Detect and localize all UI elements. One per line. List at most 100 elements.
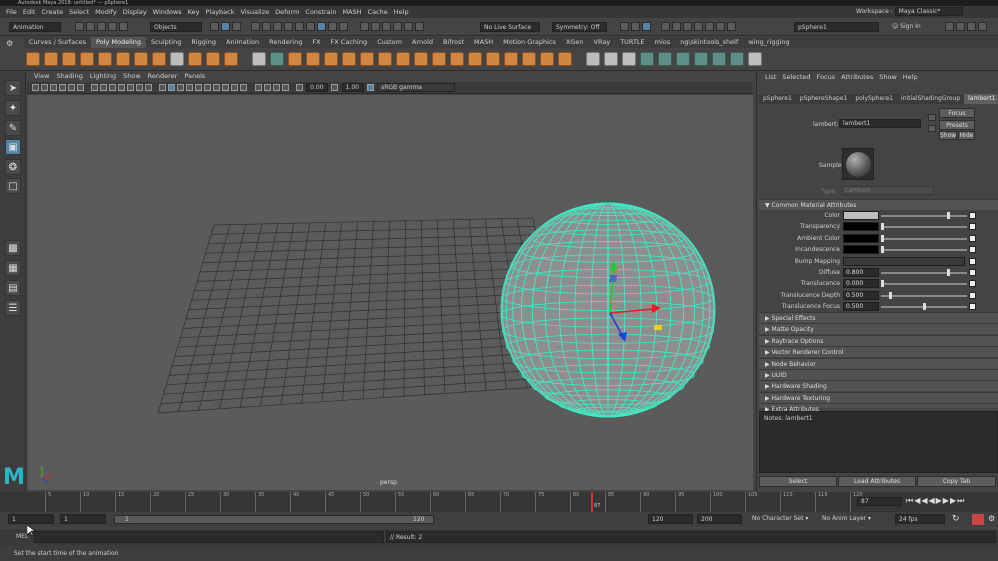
settings-icon[interactable] (945, 22, 954, 31)
hypershade-icon[interactable] (393, 22, 403, 31)
attr-tab[interactable]: lambert1 (964, 94, 998, 104)
current-time-marker[interactable] (591, 492, 593, 512)
toggle-modeling-toolkit-icon[interactable] (661, 22, 670, 31)
slider-handle[interactable] (947, 269, 951, 276)
shelf-tab[interactable]: ng\skintools_shelf (675, 37, 743, 48)
range-bar[interactable]: 1 120 (114, 515, 434, 524)
make-live-icon[interactable] (317, 22, 326, 31)
quad-draw-icon[interactable] (486, 52, 501, 66)
shelf-tab[interactable]: Animation (221, 37, 264, 48)
shelf-tab[interactable]: TURTLE (615, 37, 649, 48)
scene-end-field[interactable]: 200 (697, 514, 742, 524)
menu-modify[interactable]: Modify (95, 8, 117, 16)
shelf-tab[interactable]: Rigging (186, 37, 221, 48)
isolate-icon[interactable] (254, 84, 262, 91)
attr-menu-help[interactable]: Help (903, 73, 918, 81)
menu-edit[interactable]: Edit (23, 8, 36, 16)
help-icon[interactable] (956, 22, 965, 31)
attr-tab[interactable]: pSphere1 (759, 94, 796, 104)
attr-slider[interactable] (881, 269, 967, 276)
selection-mode-dropdown[interactable]: Objects (150, 22, 202, 32)
outliner-icon[interactable]: ☰ (5, 300, 21, 316)
color-swatch[interactable] (843, 211, 879, 220)
fps-dropdown[interactable]: 24 fps (895, 514, 945, 524)
color-swatch[interactable] (843, 222, 879, 232)
render-settings-icon[interactable] (382, 22, 392, 31)
2d-pan-icon[interactable] (68, 84, 75, 91)
save-scene-icon[interactable] (97, 22, 106, 31)
slider-handle[interactable] (947, 212, 951, 219)
collapsed-section[interactable]: ▶ Special Effects (759, 312, 998, 323)
shadows-icon[interactable] (204, 84, 212, 91)
menu-deform[interactable]: Deform (275, 8, 299, 16)
poly-sphere-icon[interactable] (26, 52, 40, 66)
attr-menu-selected[interactable]: Selected (782, 73, 810, 81)
open-scene-icon[interactable] (86, 22, 95, 31)
sign-in-button[interactable]: ☺ Sign In (892, 22, 921, 32)
shelf-tab[interactable]: Rendering (264, 37, 307, 48)
fill-hole-icon[interactable] (396, 52, 411, 66)
map-button-icon[interactable] (969, 303, 976, 311)
live-surface-dropdown[interactable]: No Live Surface (480, 22, 540, 32)
slider-handle[interactable] (889, 291, 893, 299)
merge-icon[interactable] (504, 52, 519, 66)
shelf-options-icon[interactable]: ⚙ (6, 39, 13, 48)
output-connection-icon[interactable] (928, 125, 936, 132)
delete-history-icon[interactable] (748, 52, 763, 66)
object-name-field[interactable]: pSphere1 (794, 22, 879, 32)
lights-icon[interactable] (195, 84, 203, 91)
workspace-selector[interactable]: Workspace : Maya Classic* (856, 6, 963, 18)
menu-playback[interactable]: Playback (205, 8, 234, 16)
map-button-icon[interactable] (969, 246, 976, 254)
combine-icon[interactable] (252, 52, 267, 66)
multi-cut-icon[interactable] (432, 52, 447, 66)
ipr-icon[interactable] (371, 22, 381, 31)
rotate-tool-icon[interactable]: ❂ (5, 159, 21, 175)
bookmark-icon[interactable] (50, 84, 57, 91)
slider-handle[interactable] (881, 223, 884, 231)
xray-icon[interactable] (263, 84, 271, 91)
bevel-icon[interactable] (378, 52, 393, 66)
cylindrical-uv-icon[interactable] (640, 52, 655, 66)
slider-handle[interactable] (881, 280, 884, 288)
target-weld-icon[interactable] (450, 52, 465, 66)
map-button-icon[interactable] (969, 291, 976, 299)
single-view-icon[interactable]: ▩ (5, 240, 21, 256)
exposure-field[interactable]: 0.00 (306, 83, 329, 92)
camera-select-icon[interactable] (32, 84, 39, 91)
snap-curve-icon[interactable] (262, 22, 271, 31)
motion-blur-icon[interactable] (222, 84, 230, 91)
grease-pencil-icon[interactable] (77, 84, 84, 91)
panel-menu-panels[interactable]: Panels (184, 72, 205, 80)
loop-icon[interactable]: ↻ (952, 514, 960, 524)
menu-key[interactable]: Key (188, 8, 200, 16)
color-management-icon[interactable] (366, 84, 374, 91)
shelf-tab[interactable]: Curves / Surfaces (24, 37, 91, 48)
workspace-dropdown[interactable]: Maya Classic* (894, 7, 963, 16)
collapsed-section[interactable]: ▶ Hardware Texturing (759, 391, 998, 403)
svg-icon[interactable] (224, 52, 238, 66)
attr-slider[interactable] (881, 246, 967, 254)
colorspace-dropdown[interactable]: sRGB gamma (377, 83, 456, 92)
select-button[interactable]: Select (759, 476, 837, 487)
persp-outliner-icon[interactable]: ▤ (5, 280, 21, 296)
panel-menu-show[interactable]: Show (123, 72, 141, 80)
bridge-icon[interactable] (342, 52, 357, 66)
shelf-tab[interactable]: Motion Graphics (498, 37, 561, 48)
xy-plane-handle[interactable] (609, 275, 618, 282)
auto-uv-icon[interactable] (676, 52, 691, 66)
toggle-outliner-icon[interactable] (705, 22, 714, 31)
menu-cache[interactable]: Cache (368, 8, 388, 16)
select-tool-icon[interactable]: ➤ (5, 80, 21, 96)
shelf-tab[interactable]: Arnold (407, 37, 438, 48)
node-name-field[interactable]: lambert1 (839, 119, 921, 128)
resolution-gate-icon[interactable] (109, 84, 117, 91)
layout-toggle-icon[interactable] (978, 22, 987, 31)
panel-menu-shading[interactable]: Shading (56, 72, 82, 80)
load-attributes-button[interactable]: Load Attributes (838, 476, 916, 487)
attr-slider[interactable] (881, 212, 967, 219)
new-scene-icon[interactable] (75, 22, 84, 31)
playback-controls[interactable]: ⏮◀◀◀▶▶▶⏭ (906, 496, 965, 506)
time-slider[interactable]: 5 10 15 20 25 30 35 40 45 50 55 60 65 70 75 80 85 90 95 100… (0, 492, 998, 512)
poly-cylinder-icon[interactable] (62, 52, 76, 66)
